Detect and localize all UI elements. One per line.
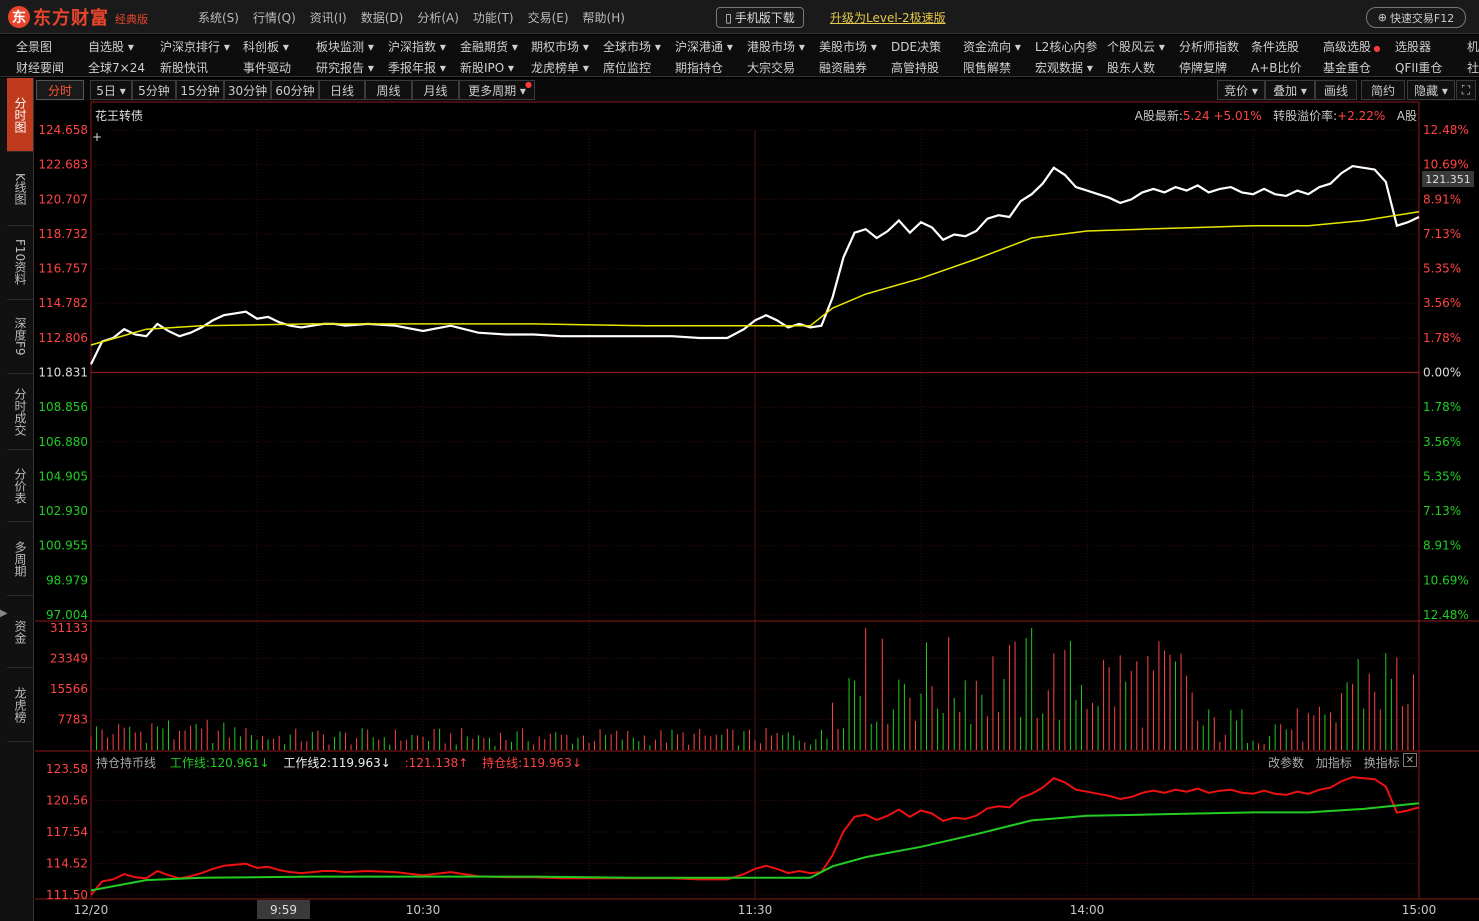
price-axis-label: 118.732 [38,227,88,241]
price-axis-label: 108.856 [38,400,88,414]
indicator-work-line: 工作线:120.961↓ [169,756,270,770]
a-share-info: A股最新:5.24 +5.01% 转股溢价率:+2.22% A股 [1135,107,1417,124]
indicator-tools: 改参数 加指标 换指标 [1268,754,1408,771]
time-axis-label: 10:30 [406,903,441,917]
percent-axis-label: 5.35% [1423,262,1461,276]
volume-axis-label: 7783 [57,713,88,727]
a-share-latest-label: A股最新: [1134,109,1183,123]
stock-name: 花王转债 [95,109,144,123]
premium-value: +2.22% [1337,109,1386,123]
indicator-axis-label: 114.52 [46,857,88,871]
a-share-latest-value: 5.24 [1182,109,1210,123]
a-share-change: +5.01% [1213,109,1262,123]
price-axis-label: 112.806 [38,331,88,345]
price-axis-label: 104.905 [38,469,88,483]
volume-axis-label: 23349 [50,652,88,666]
price-axis-label: 120.707 [38,192,88,206]
percent-axis-label: 3.56% [1423,296,1461,310]
price-axis-label: 102.930 [38,504,88,518]
price-axis-label: 122.683 [38,158,88,172]
premium-label: 转股溢价率: [1273,109,1338,123]
edit-params-button[interactable]: 改参数 [1268,756,1304,770]
add-indicator-button[interactable]: 加指标 [1316,756,1352,770]
indicator-hold-line: 持仓线:119.963↓ [482,756,582,770]
price-axis-label: 106.880 [38,435,88,449]
change-indicator-button[interactable]: 换指标 [1364,756,1400,770]
indicator-axis-label: 120.56 [46,794,88,808]
percent-axis-label: 7.13% [1423,504,1461,518]
time-axis-label: 11:30 [738,903,773,917]
price-axis-label: 97.004 [46,608,88,622]
axis-labels: 124.658 12.48% 122.683 10.69% 120.707 8.91% 11… [38,123,1468,917]
percent-axis-label: 7.13% [1423,227,1461,241]
price-axis-label: 98.979 [46,573,88,587]
crosshair-icon: + [92,130,103,144]
price-axis-label: 114.782 [38,296,88,310]
percent-axis-label: 12.48% [1423,608,1469,622]
indicator-work-line2: 工作线2:119.963↓ [283,756,391,770]
current-price-tag: 121.351 [1422,171,1474,187]
time-axis-label: 12/20 [74,903,109,917]
indicator-axis-label: 111.50 [46,888,88,902]
price-axis-label: 116.757 [38,262,88,276]
percent-axis-label: 3.56% [1423,435,1461,449]
percent-axis-label: 1.78% [1423,400,1461,414]
indicator-value3: :121.138↑ [404,756,469,770]
indicator-name[interactable]: 持仓持币线 [96,756,156,770]
percent-axis-label: 10.69% [1423,158,1469,172]
percent-axis-label: 5.35% [1423,469,1461,483]
volume-axis-label: 15566 [50,682,88,696]
percent-axis-label: 8.91% [1423,192,1461,206]
close-icon[interactable]: ✕ [1403,753,1417,767]
market-tag[interactable]: A股 [1397,109,1417,123]
indicator-axis-label: 117.54 [46,825,88,839]
volume-axis-label: 31133 [50,621,88,635]
percent-axis-label: 0.00% [1423,366,1461,380]
time-axis-label: 14:00 [1070,903,1105,917]
percent-axis-label: 10.69% [1423,573,1469,587]
price-axis-label: 110.831 [38,366,88,380]
time-axis-label: 15:00 [1402,903,1437,917]
intraday-chart[interactable]: 124.658 12.48% 122.683 10.69% 120.707 8.91% 11… [0,0,1479,921]
chart-grid [35,101,1479,900]
percent-axis-label: 12.48% [1423,123,1469,137]
indicator-axis-label: 123.58 [46,762,88,776]
percent-axis-label: 8.91% [1423,539,1461,553]
percent-axis-label: 1.78% [1423,331,1461,345]
price-axis-label: 124.658 [38,123,88,137]
indicator-header: 持仓持币线 工作线:120.961↓ 工作线2:119.963↓ :121.13… [96,754,592,771]
time-cursor-label: 9:59 [257,900,310,919]
price-axis-label: 100.955 [38,539,88,553]
